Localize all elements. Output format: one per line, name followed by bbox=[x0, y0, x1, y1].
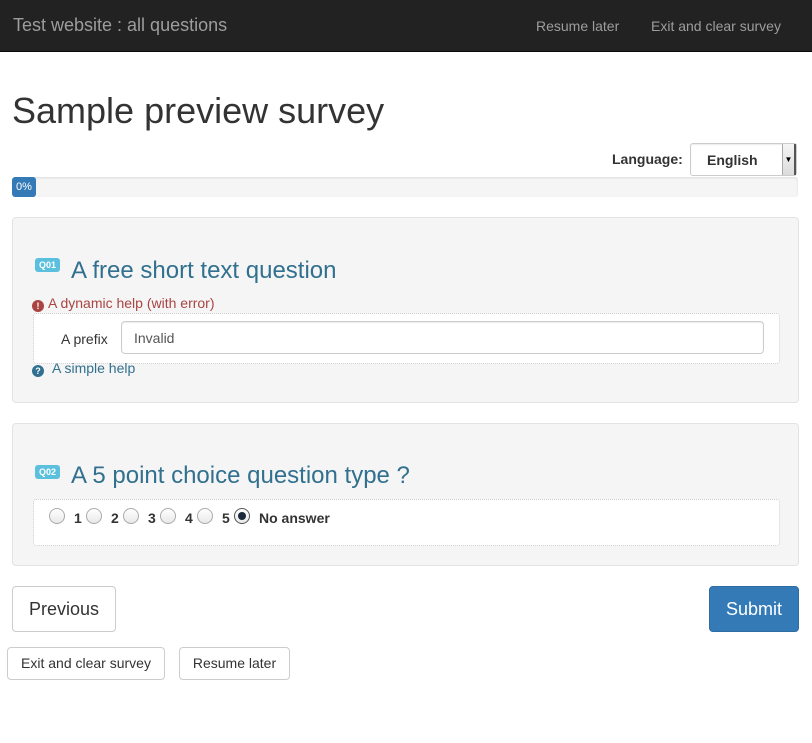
question-circle-icon: ? bbox=[32, 365, 44, 377]
radio-option-3[interactable] bbox=[123, 508, 139, 524]
site-brand[interactable]: Test website : all questions bbox=[13, 15, 227, 36]
radio-option-5[interactable] bbox=[197, 508, 213, 524]
previous-button[interactable]: Previous bbox=[12, 586, 116, 632]
error-help-text: ! A dynamic help (with error) bbox=[32, 295, 215, 312]
error-help-label: A dynamic help (with error) bbox=[48, 295, 215, 311]
simple-help-label: A simple help bbox=[52, 360, 136, 376]
resume-later-button[interactable]: Resume later bbox=[179, 647, 290, 680]
radio-label-5[interactable]: 5 bbox=[222, 510, 230, 526]
language-label: Language: bbox=[612, 151, 683, 167]
radio-option-1[interactable] bbox=[49, 508, 65, 524]
radio-option-4[interactable] bbox=[160, 508, 176, 524]
input-prefix: A prefix bbox=[61, 331, 108, 347]
page-title: Sample preview survey bbox=[12, 90, 385, 131]
radio-label-4[interactable]: 4 bbox=[185, 510, 193, 526]
progress-bar-track: 0% bbox=[12, 177, 798, 197]
short-text-input[interactable] bbox=[121, 321, 764, 354]
radio-label-3[interactable]: 3 bbox=[148, 510, 156, 526]
nav-resume-later-link[interactable]: Resume later bbox=[536, 18, 619, 34]
question-text: A 5 point choice question type ? bbox=[71, 462, 410, 489]
question-code-badge: Q01 bbox=[35, 258, 61, 272]
radio-label-no-answer[interactable]: No answer bbox=[259, 510, 330, 526]
language-select[interactable]: English ▼ bbox=[690, 143, 797, 176]
question-panel-q02: Q02 A 5 point choice question type ? 1 2… bbox=[12, 423, 799, 566]
radio-option-2[interactable] bbox=[86, 508, 102, 524]
question-text: A free short text question bbox=[71, 257, 337, 284]
exclamation-circle-icon: ! bbox=[32, 300, 44, 312]
exit-clear-survey-button[interactable]: Exit and clear survey bbox=[7, 647, 165, 680]
answer-container: A prefix bbox=[33, 313, 780, 364]
choice-container: 1 2 3 4 5 No answer bbox=[33, 499, 780, 546]
simple-help-text: ? A simple help bbox=[32, 360, 135, 377]
question-panel-q01: Q01 A free short text question ! A dynami… bbox=[12, 217, 799, 403]
radio-label-2[interactable]: 2 bbox=[111, 510, 119, 526]
radio-option-no-answer[interactable] bbox=[234, 508, 250, 524]
nav-exit-clear-link[interactable]: Exit and clear survey bbox=[651, 18, 781, 34]
language-value: English bbox=[707, 152, 758, 168]
radio-label-1[interactable]: 1 bbox=[74, 510, 82, 526]
question-code-badge: Q02 bbox=[35, 465, 61, 479]
submit-button[interactable]: Submit bbox=[709, 586, 799, 632]
dropdown-arrow-icon[interactable]: ▼ bbox=[782, 144, 796, 175]
top-navbar: Test website : all questions Resume late… bbox=[0, 0, 812, 52]
progress-bar-fill: 0% bbox=[12, 177, 36, 197]
